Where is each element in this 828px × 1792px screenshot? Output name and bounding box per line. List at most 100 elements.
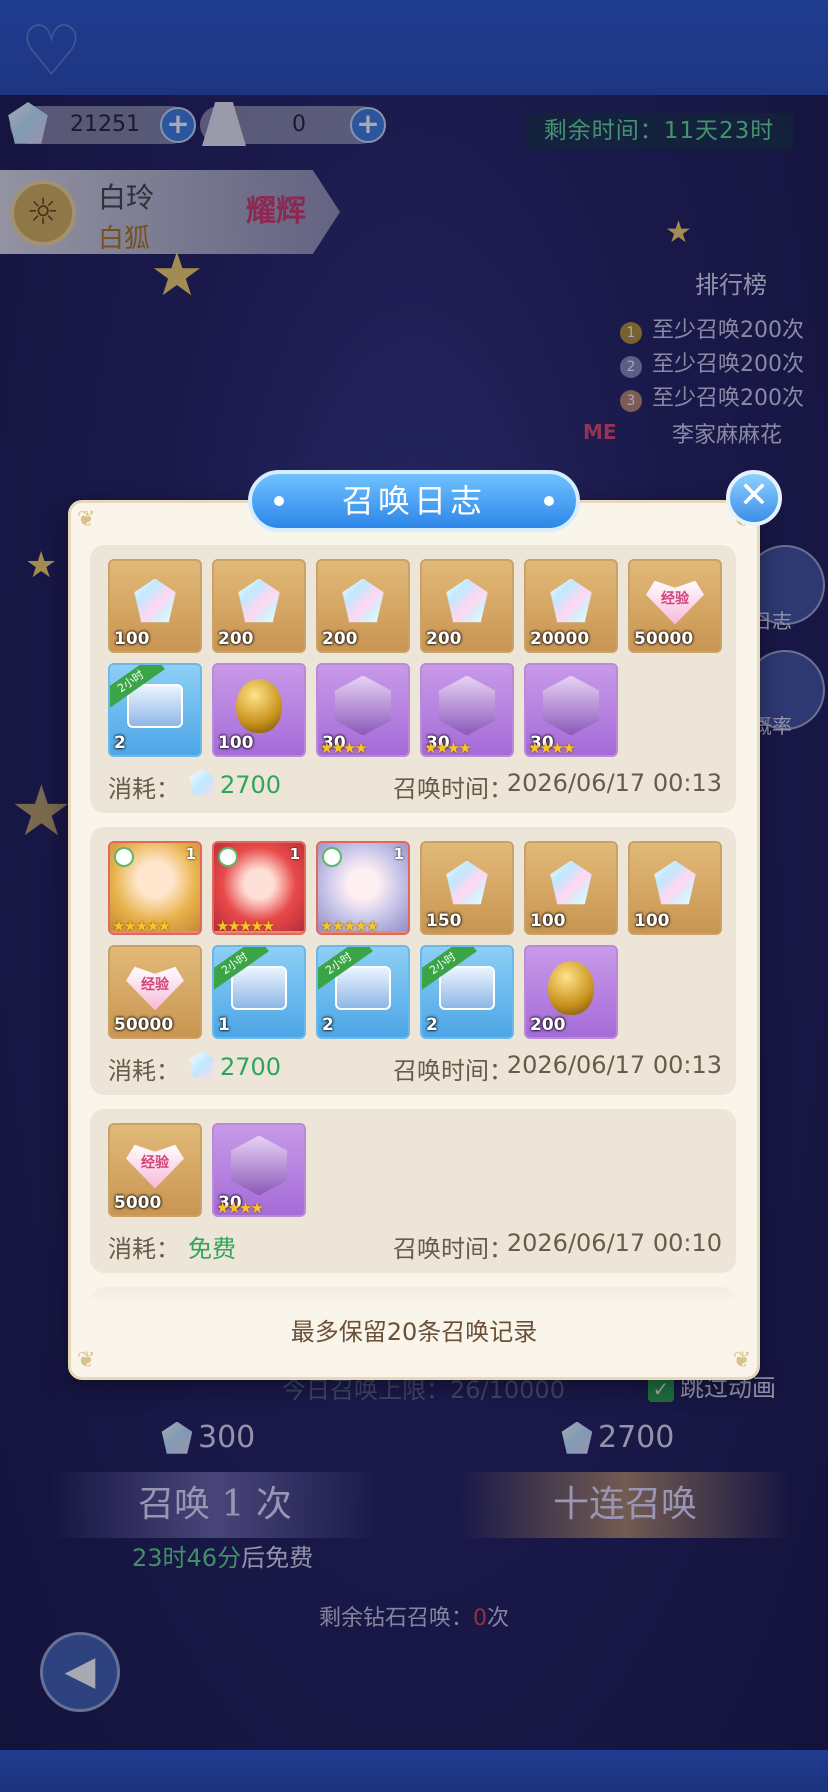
list-fade bbox=[90, 1270, 736, 1306]
diamond-icon bbox=[189, 1051, 215, 1078]
reward-grid: 1 ★★★★★ 1 ★★★★★ 1 ★★★★★ 150 100 100 经验 50000 2小时 1 2小… bbox=[108, 841, 722, 1039]
cost-value: 2700 bbox=[188, 1051, 281, 1081]
reward-item[interactable]: 100 bbox=[628, 841, 722, 935]
reward-item[interactable]: 经验 50000 bbox=[108, 945, 202, 1039]
purple-cube-icon bbox=[231, 1135, 287, 1196]
summon-record: 经验 5000 30 ★★★★ 消耗： 免费 召唤时间： 2026/06/17 00:10 bbox=[90, 1109, 736, 1273]
star-rating: ★★★★★ bbox=[216, 917, 275, 935]
star-rating: ★★★★ bbox=[216, 1199, 264, 1217]
crystal-icon bbox=[550, 860, 592, 905]
reward-quantity: 2 bbox=[114, 733, 126, 753]
reward-grid: 100 200 200 200 20000 经验 50000 2小时 2 100 30 ★★★★ 30 ★… bbox=[108, 559, 722, 757]
purple-cube-icon bbox=[335, 675, 391, 736]
reward-item[interactable]: 100 bbox=[212, 663, 306, 757]
crystal-icon bbox=[446, 860, 488, 905]
cost-label: 消耗： bbox=[108, 1235, 180, 1263]
cost-label: 消耗： bbox=[108, 775, 180, 803]
cost-value: 2700 bbox=[188, 769, 281, 799]
reward-item[interactable]: 30 ★★★★ bbox=[420, 663, 514, 757]
crystal-icon bbox=[654, 860, 696, 905]
treasure-chest-icon bbox=[335, 965, 391, 1010]
summon-time-label: 召唤时间： bbox=[393, 775, 513, 803]
reward-item[interactable]: 100 bbox=[108, 559, 202, 653]
reward-item[interactable]: 2小时 1 bbox=[212, 945, 306, 1039]
close-icon: ✕ bbox=[738, 475, 770, 516]
element-icon bbox=[114, 847, 134, 867]
title-dot-icon bbox=[544, 496, 554, 506]
reward-item[interactable]: 1 ★★★★★ bbox=[212, 841, 306, 935]
reward-item[interactable]: 经验 50000 bbox=[628, 559, 722, 653]
reward-quantity: 50000 bbox=[114, 1015, 174, 1035]
reward-quantity: 2 bbox=[322, 1015, 334, 1035]
reward-quantity: 200 bbox=[322, 629, 358, 649]
golden-egg-icon bbox=[236, 678, 282, 733]
reward-item[interactable]: 2小时 2 bbox=[316, 945, 410, 1039]
reward-item[interactable]: 2小时 2 bbox=[420, 945, 514, 1039]
reward-quantity: 1 bbox=[218, 1015, 230, 1035]
exp-heart-icon: 经验 bbox=[646, 580, 704, 625]
treasure-chest-icon bbox=[231, 965, 287, 1010]
reward-item[interactable]: 200 bbox=[524, 945, 618, 1039]
summon-time-label: 召唤时间： bbox=[393, 1057, 513, 1085]
corner-ornament-icon: ❦ bbox=[732, 1348, 751, 1373]
title-dot-icon bbox=[274, 496, 284, 506]
star-rating: ★★★★★ bbox=[320, 917, 379, 935]
reward-item[interactable]: 150 bbox=[420, 841, 514, 935]
reward-grid: 经验 5000 30 ★★★★ bbox=[108, 1123, 722, 1217]
star-rating: ★★★★ bbox=[528, 739, 576, 757]
star-rating: ★★★★ bbox=[320, 739, 368, 757]
reward-item[interactable]: 2小时 2 bbox=[108, 663, 202, 757]
star-rating: ★★★★★ bbox=[112, 917, 171, 935]
reward-item[interactable]: 200 bbox=[212, 559, 306, 653]
summon-log-list[interactable]: 100 200 200 200 20000 经验 50000 2小时 2 100 30 ★★★★ 30 ★… bbox=[90, 545, 736, 1301]
crystal-icon bbox=[550, 578, 592, 623]
crystal-icon bbox=[238, 578, 280, 623]
reward-quantity: 100 bbox=[530, 911, 566, 931]
element-icon bbox=[218, 847, 238, 867]
cost-label: 消耗： bbox=[108, 1057, 180, 1085]
reward-item[interactable]: 100 bbox=[524, 841, 618, 935]
crystal-icon bbox=[134, 578, 176, 623]
diamond-icon bbox=[189, 769, 215, 796]
reward-item[interactable]: 30 ★★★★ bbox=[316, 663, 410, 757]
reward-item[interactable]: 20000 bbox=[524, 559, 618, 653]
modal-title: 召唤日志 bbox=[248, 470, 580, 532]
treasure-chest-icon bbox=[127, 683, 183, 728]
summon-time-label: 召唤时间： bbox=[393, 1235, 513, 1263]
reward-quantity: 50000 bbox=[634, 629, 694, 649]
record-footer: 消耗： 免费 召唤时间： 2026/06/17 00:10 bbox=[108, 1223, 722, 1263]
reward-quantity: 100 bbox=[634, 911, 670, 931]
reward-quantity: 150 bbox=[426, 911, 462, 931]
hero-level: 1 bbox=[393, 845, 404, 863]
reward-item[interactable]: 30 ★★★★ bbox=[212, 1123, 306, 1217]
crystal-icon bbox=[446, 578, 488, 623]
summon-time-value: 2026/06/17 00:10 bbox=[506, 1229, 722, 1257]
summon-record: 1 ★★★★★ 1 ★★★★★ 1 ★★★★★ 150 100 100 经验 50000 2小时 1 2小… bbox=[90, 827, 736, 1095]
reward-item[interactable]: 1 ★★★★★ bbox=[108, 841, 202, 935]
reward-item[interactable]: 经验 5000 bbox=[108, 1123, 202, 1217]
reward-quantity: 200 bbox=[218, 629, 254, 649]
record-footer: 消耗： 2700 召唤时间： 2026/06/17 00:13 bbox=[108, 1045, 722, 1085]
crystal-icon bbox=[342, 578, 384, 623]
cost-value: 免费 bbox=[188, 1235, 236, 1263]
corner-ornament-icon: ❦ bbox=[77, 507, 96, 532]
reward-quantity: 5000 bbox=[114, 1193, 162, 1213]
reward-item[interactable]: 200 bbox=[316, 559, 410, 653]
reward-quantity: 100 bbox=[114, 629, 150, 649]
reward-quantity: 200 bbox=[530, 1015, 566, 1035]
star-rating: ★★★★ bbox=[424, 739, 472, 757]
element-icon bbox=[322, 847, 342, 867]
hero-level: 1 bbox=[185, 845, 196, 863]
reward-item[interactable]: 200 bbox=[420, 559, 514, 653]
reward-item[interactable]: 1 ★★★★★ bbox=[316, 841, 410, 935]
record-footer: 消耗： 2700 召唤时间： 2026/06/17 00:13 bbox=[108, 763, 722, 803]
purple-cube-icon bbox=[543, 675, 599, 736]
summon-time-value: 2026/06/17 00:13 bbox=[506, 769, 722, 797]
reward-quantity: 200 bbox=[426, 629, 462, 649]
reward-item[interactable]: 30 ★★★★ bbox=[524, 663, 618, 757]
reward-quantity: 20000 bbox=[530, 629, 590, 649]
log-retention-note: 最多保留20条召唤记录 bbox=[290, 1318, 538, 1346]
close-button[interactable]: ✕ bbox=[726, 470, 782, 526]
exp-heart-icon: 经验 bbox=[126, 966, 184, 1011]
corner-ornament-icon: ❦ bbox=[77, 1348, 96, 1373]
